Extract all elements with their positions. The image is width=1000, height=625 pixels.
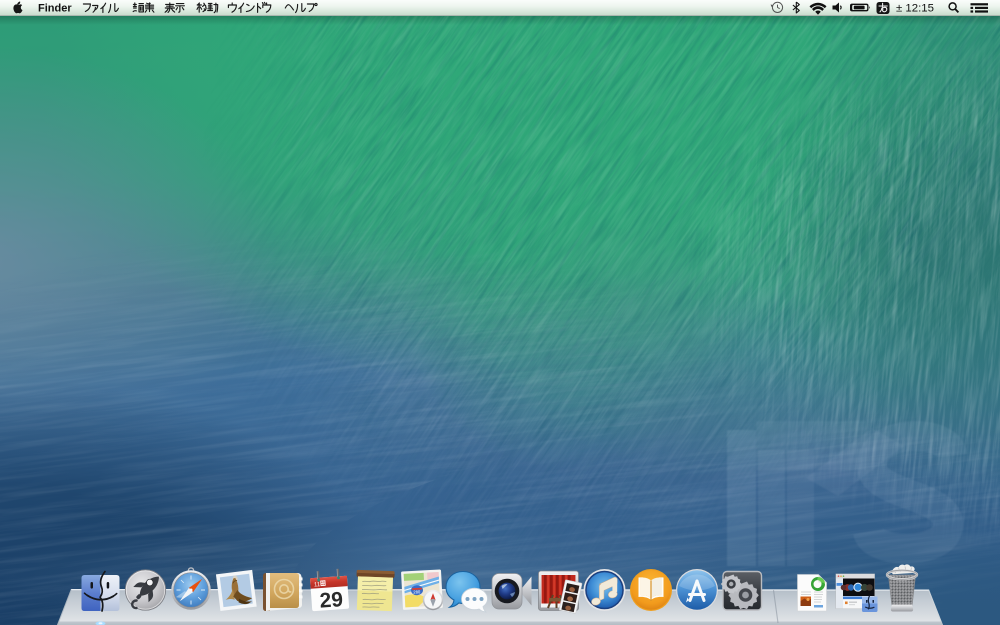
svg-text:± 12:15: ± 12:15 (896, 2, 934, 14)
svg-text:Finder: Finder (38, 2, 72, 14)
